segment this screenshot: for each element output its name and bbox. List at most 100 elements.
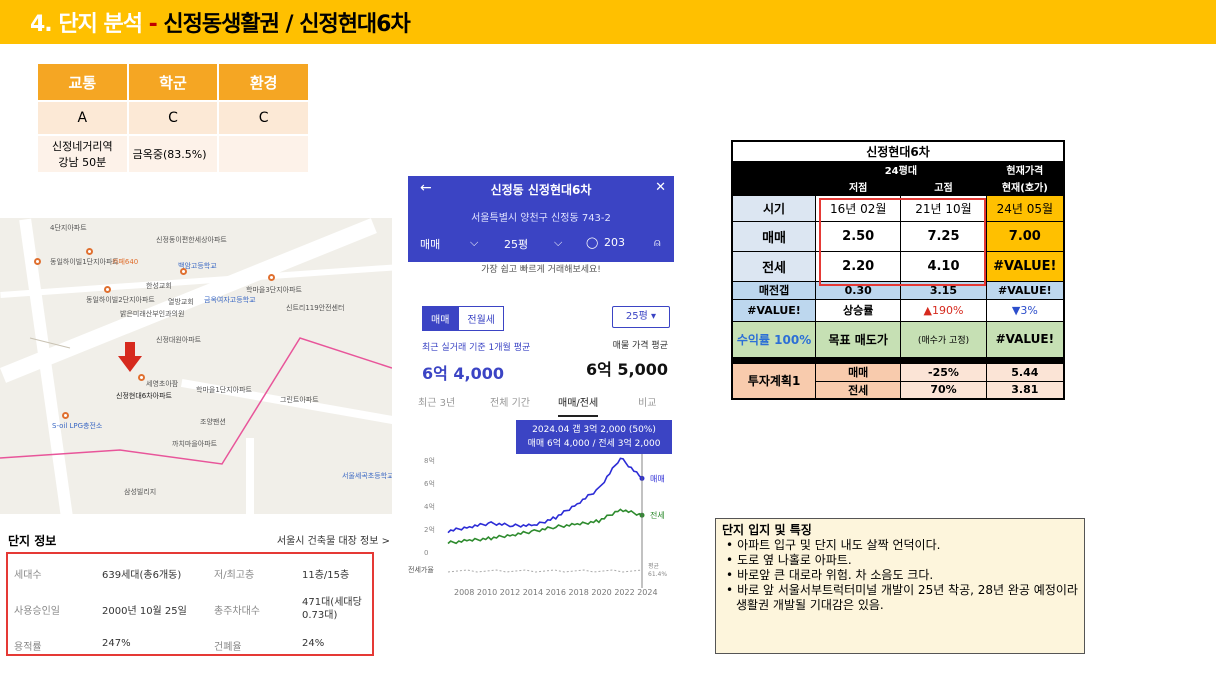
info-key: 사용승인일 — [14, 606, 60, 617]
tab-3yr[interactable]: 최근 3년 — [418, 394, 455, 409]
tooltip-prices: 매매 6억 4,000 / 전세 3억 2,000 — [527, 439, 661, 449]
row-time-label: 시기 — [731, 194, 817, 222]
note-item: 도로 옆 나홀로 아파트. — [722, 553, 1078, 568]
score-header: 환경 — [219, 64, 310, 100]
info-value: 24% — [302, 638, 325, 649]
score-note — [219, 134, 310, 172]
error-cell: #VALUE! — [731, 298, 817, 322]
plan-sale-label: 매매 — [815, 362, 902, 382]
close-icon[interactable]: ✕ — [655, 180, 666, 195]
location-arrow-icon — [118, 342, 142, 372]
size-header: 24평대 — [815, 160, 987, 179]
row-rent-label: 전세 — [731, 250, 817, 282]
avg-pct: 61.4% — [648, 571, 667, 578]
map-label: 4단지아파트 — [50, 224, 87, 232]
plan-rent-value: 3.81 — [985, 380, 1065, 400]
rise-up: ▲190% — [900, 298, 987, 322]
info-value: 247% — [102, 638, 131, 649]
tab-sale[interactable]: 매매 — [422, 306, 459, 331]
chevron-down-icon: ⌵ — [470, 236, 479, 249]
map-label: 조양팬션 — [200, 418, 226, 426]
map-pin — [104, 286, 111, 293]
app-complex-name: 신정동 신정현대6차 — [490, 183, 592, 197]
sale-now: 7.00 — [985, 220, 1065, 252]
listing-avg-label: 매물 가격 평균 — [612, 341, 668, 351]
map-label: 신정대원아파트 — [156, 336, 202, 344]
building-registry-link[interactable]: 서울시 건축물 대장 정보 > — [277, 532, 390, 547]
tab-rent[interactable]: 전월세 — [458, 306, 505, 331]
notes-title: 단지 입지 및 특징 — [722, 523, 812, 537]
map-label: S-oil LPG충전소 — [52, 422, 103, 430]
score-table: 교통 학군 환경 A C C 신정네거리역 강남 50분 금옥중(83.5%) — [38, 64, 310, 172]
map-label: 신정현대6차아파트 — [116, 392, 172, 400]
app-subtitle: 가장 쉽고 빠르게 거래해보세요! — [481, 265, 601, 275]
blank-cell — [731, 177, 817, 196]
chevron-down-icon: ⌵ — [554, 236, 563, 249]
score-grade: C — [219, 100, 310, 134]
col-low: 저점 — [815, 177, 902, 196]
target-label: 목표 매도가 — [815, 320, 902, 358]
size-select-value: 25평 — [625, 311, 648, 322]
map-label: 신정동이편한세상아파트 — [156, 236, 227, 244]
map-pin — [86, 248, 93, 255]
title-separator: - — [141, 12, 164, 37]
trade-type-toggle: 매매 전월세 — [422, 306, 505, 331]
info-key: 건폐율 — [214, 642, 242, 653]
y-tick-label: 4억 — [424, 503, 435, 511]
series-label: 매매 — [650, 474, 665, 483]
map-label: 그린트아파트 — [280, 396, 319, 404]
chart-tooltip: 2024.04 갭 3억 2,000 (50%) 매매 6억 4,000 / 전… — [516, 420, 672, 454]
score-header: 교통 — [38, 64, 129, 100]
map-pin — [268, 274, 275, 281]
plan-sale-pct: -25% — [900, 362, 987, 382]
trade-filter[interactable]: 매매 — [420, 236, 440, 252]
price-chart[interactable]: 8억 6억 4억 2억 0 매매전세전세가율 평균61.4% — [408, 454, 674, 588]
size-filter[interactable]: 25평 — [504, 236, 528, 252]
yield-label: 수익률 100% — [731, 320, 817, 358]
y-tick-label: 6억 — [424, 480, 435, 488]
y-tick-label: 2억 — [424, 526, 435, 534]
map-label: 서울세곡초등학교 — [342, 472, 392, 480]
map[interactable]: 4단지아파트 신정동이편한세상아파트 동일하이빌1단지아파트 카페640 백암고… — [0, 218, 392, 514]
title-number: 4. — [30, 12, 53, 37]
tab-compare[interactable]: 비교 — [638, 394, 656, 409]
time-high: 21년 10월 — [900, 194, 987, 222]
rate-line — [447, 569, 643, 573]
app-price-panel: 매매 전월세 25평 ▾ 최근 실거래 기준 1개월 평균 6억 4,000 매… — [408, 290, 674, 612]
price-table-title: 신정현대6차 — [731, 140, 1065, 162]
app-header: ← 신정동 신정현대6차 ✕ 서울특별시 양천구 신정동 743-2 매매 ⌵ … — [408, 176, 674, 262]
note-item: 바로앞 큰 대로라 위험. 차 소음도 크다. — [722, 568, 1078, 583]
tab-sale-rent[interactable]: 매매/전세 — [558, 394, 599, 417]
map-label: 학마을3단지아파트 — [246, 286, 302, 294]
gap-now: #VALUE! — [985, 280, 1065, 300]
comment-icon[interactable]: ◯ — [586, 236, 598, 249]
map-label: 까치마을아파트 — [172, 440, 218, 448]
sale-low: 2.50 — [815, 220, 902, 252]
size-select[interactable]: 25평 ▾ — [612, 306, 670, 328]
title-part1: 단지 분석 — [58, 12, 143, 37]
time-now: 24년 05월 — [985, 194, 1065, 222]
note-item: 아파트 입구 및 단지 내도 살짝 언덕이다. — [722, 538, 1078, 553]
tab-all[interactable]: 전체 기간 — [490, 394, 530, 409]
info-key: 용적률 — [14, 642, 42, 653]
map-pin — [180, 268, 187, 275]
bell-icon[interactable]: ⍝ — [654, 236, 661, 250]
map-label: 신트리119안전센터 — [286, 304, 345, 312]
title-part2: 신정동생활권 / 신정현대6차 — [163, 12, 410, 37]
rent-now: #VALUE! — [985, 250, 1065, 282]
rise-down: ▼3% — [985, 298, 1065, 322]
recent-trade-label: 최근 실거래 기준 1개월 평균 — [422, 343, 531, 353]
map-label: 한성교회 — [146, 282, 172, 290]
plan-rent-label: 전세 — [815, 380, 902, 400]
avg-tag: 평균 — [648, 562, 660, 570]
plan-rent-pct: 70% — [900, 380, 987, 400]
score-header: 학군 — [128, 64, 220, 100]
map-pin — [138, 374, 145, 381]
score-grade: C — [128, 100, 220, 134]
row-gap-label: 매전갭 — [731, 280, 817, 300]
info-value: 471대(세대당 0.73대) — [302, 597, 362, 621]
blank-cell — [731, 160, 817, 179]
info-key: 저/최고층 — [214, 570, 255, 581]
y-tick-label: 0 — [424, 549, 428, 557]
rent-high: 4.10 — [900, 250, 987, 282]
